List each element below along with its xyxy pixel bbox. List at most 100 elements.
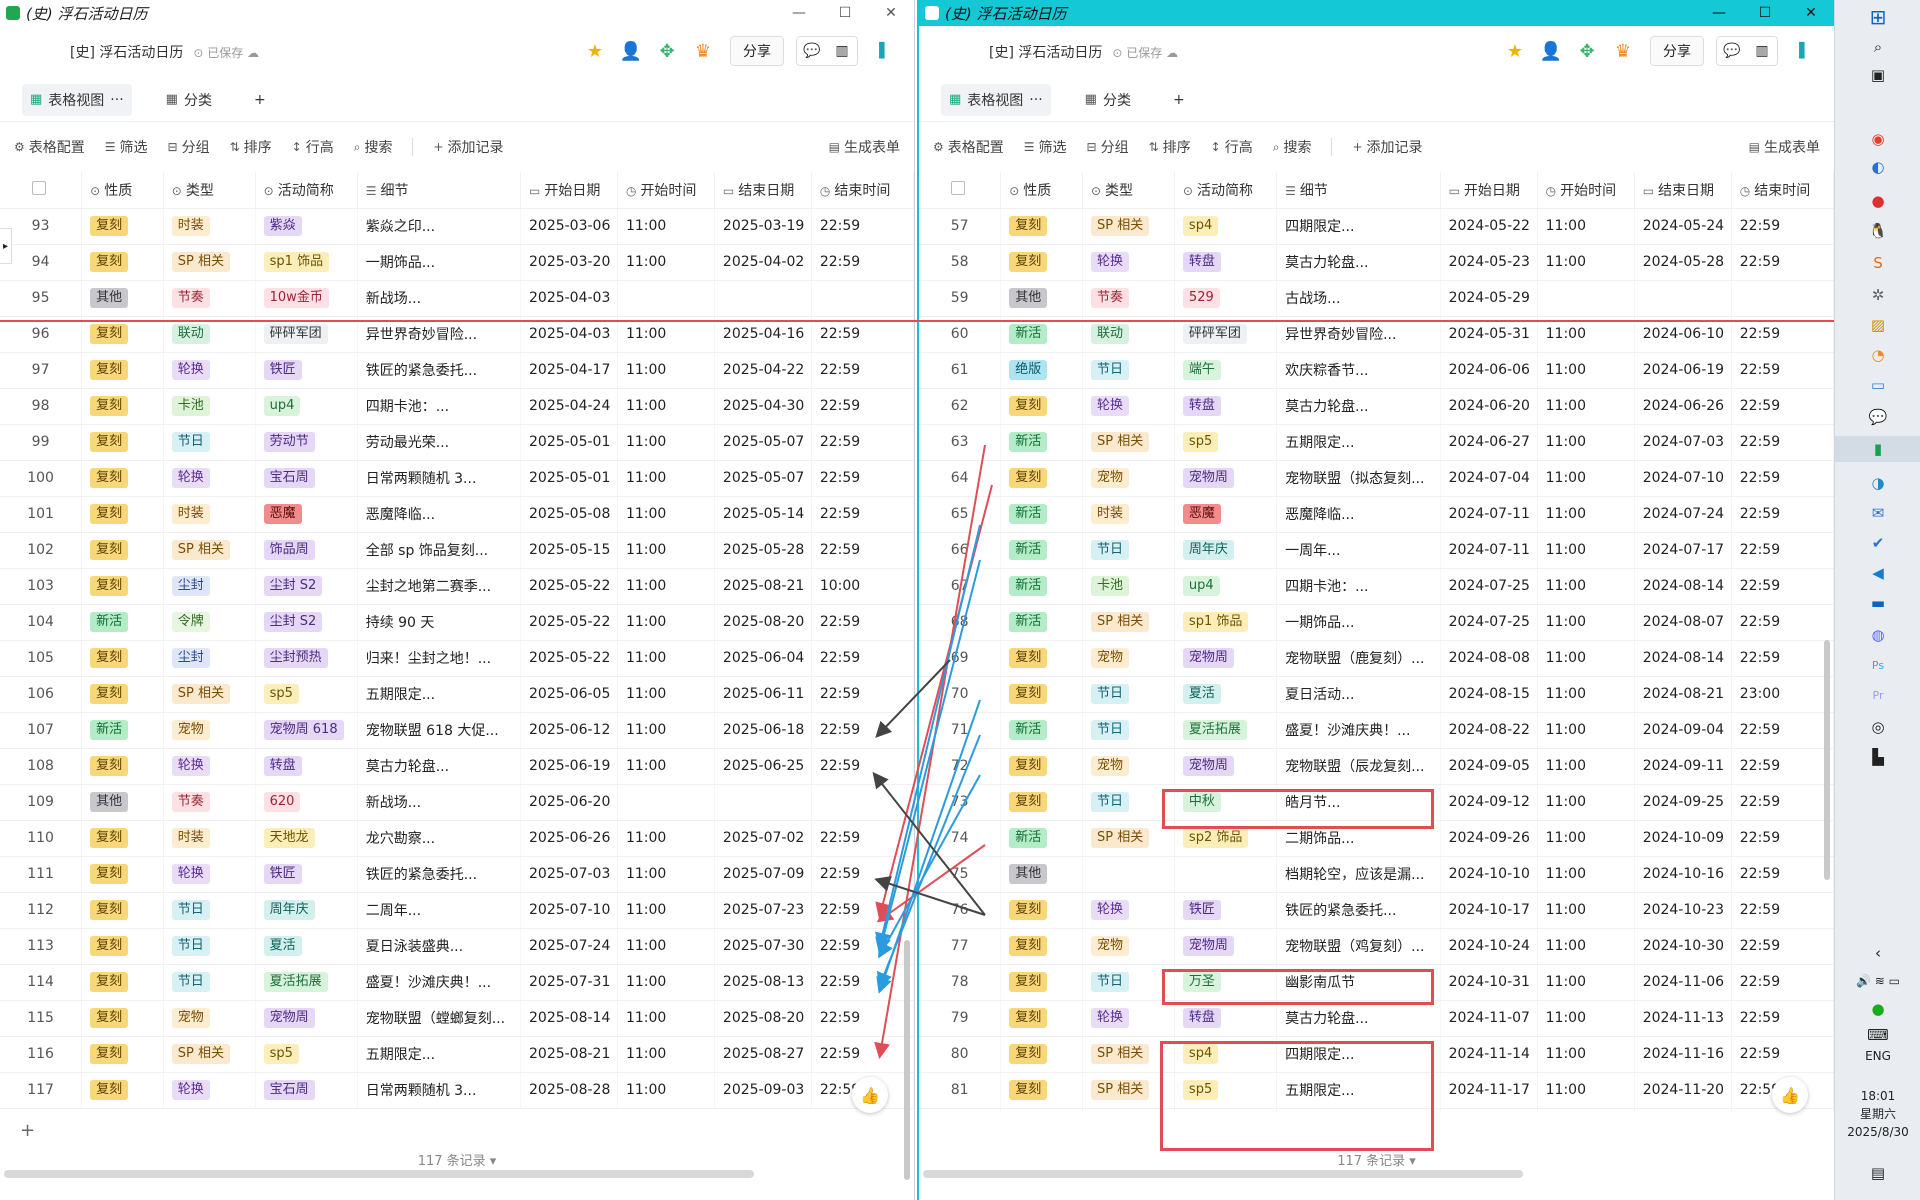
- table-row[interactable]: 62 复刻 轮换 转盘 莫古力轮盘... 2024-06-20 11:00 2024-06-2…: [919, 388, 1834, 425]
- abbr-cell[interactable]: sp1 饰品: [255, 244, 358, 281]
- detail-cell[interactable]: 归来！尘封之地！...: [357, 640, 522, 677]
- type-cell[interactable]: 宠物: [1082, 748, 1175, 785]
- end-date-cell[interactable]: 2024-09-04: [1634, 712, 1732, 749]
- start-time-cell[interactable]: 11:00: [617, 388, 715, 425]
- windows-start-icon[interactable]: ⊞: [1835, 4, 1920, 30]
- end-time-cell[interactable]: [1731, 280, 1834, 317]
- start-date-cell[interactable]: 2024-09-26: [1440, 820, 1538, 857]
- nature-cell[interactable]: 复刻: [1000, 748, 1083, 785]
- table-row[interactable]: 103 复刻 尘封 尘封 S2 尘封之地第二赛季... 2025-05-22 11:00 20…: [0, 568, 914, 605]
- chrome-icon[interactable]: ◉: [1835, 126, 1920, 152]
- type-cell[interactable]: [1082, 856, 1175, 893]
- type-cell[interactable]: 节日: [1082, 712, 1175, 749]
- search-icon[interactable]: ⌕: [1835, 34, 1920, 60]
- like-button[interactable]: 👍: [1772, 1077, 1808, 1113]
- row-number[interactable]: 69: [919, 640, 1002, 677]
- add-view-button[interactable]: +: [1165, 86, 1193, 114]
- detail-cell[interactable]: 二周年...: [357, 892, 522, 929]
- table-row[interactable]: 109 其他 节奏 620 新战场... 2025-06-20: [0, 784, 914, 821]
- todo-icon[interactable]: ✔: [1835, 530, 1920, 556]
- end-time-cell[interactable]: 22:59: [1731, 424, 1834, 461]
- end-time-cell[interactable]: [811, 784, 914, 821]
- star-icon[interactable]: ★: [1500, 36, 1530, 66]
- start-date-cell[interactable]: 2025-06-19: [520, 748, 618, 785]
- start-time-cell[interactable]: 11:00: [617, 820, 715, 857]
- nature-cell[interactable]: 其他: [1000, 280, 1083, 317]
- start-date-cell[interactable]: 2025-05-22: [520, 640, 618, 677]
- doc-title[interactable]: [史] 浮石活动日历: [989, 42, 1102, 62]
- add-record-button[interactable]: + 添加记录: [433, 137, 503, 157]
- type-cell[interactable]: 宠物: [163, 712, 256, 749]
- start-time-cell[interactable]: 11:00: [617, 244, 715, 281]
- end-time-cell[interactable]: 22:59: [1731, 352, 1834, 389]
- start-time-cell[interactable]: 11:00: [617, 1072, 715, 1109]
- comment-icon[interactable]: 💬: [1717, 37, 1747, 65]
- start-time-cell[interactable]: 11:00: [1537, 1072, 1635, 1109]
- row-number[interactable]: 71: [919, 712, 1002, 749]
- start-date-cell[interactable]: 2025-05-08: [520, 496, 618, 533]
- end-date-cell[interactable]: [1634, 280, 1732, 317]
- end-date-cell[interactable]: 2024-06-26: [1634, 388, 1732, 425]
- end-date-cell[interactable]: 2025-07-23: [714, 892, 812, 929]
- start-time-cell[interactable]: 11:00: [1537, 820, 1635, 857]
- nature-cell[interactable]: 新活: [1000, 820, 1083, 857]
- start-date-cell[interactable]: 2024-10-17: [1440, 892, 1538, 929]
- type-cell[interactable]: 时装: [1082, 496, 1175, 533]
- abbr-cell[interactable]: sp4: [1174, 208, 1278, 245]
- table-row[interactable]: 105 复刻 尘封 尘封预热 归来！尘封之地！... 2025-05-22 11:00 202…: [0, 640, 914, 677]
- column-header[interactable]: ⊙ 性质: [1000, 172, 1083, 209]
- start-time-cell[interactable]: 11:00: [1537, 604, 1635, 641]
- type-cell[interactable]: SP 相关: [163, 1036, 256, 1073]
- start-date-cell[interactable]: 2025-05-15: [520, 532, 618, 569]
- vertical-scrollbar[interactable]: [904, 940, 910, 1180]
- start-time-cell[interactable]: 11:00: [617, 568, 715, 605]
- type-cell[interactable]: SP 相关: [1082, 820, 1175, 857]
- minimize-icon[interactable]: —: [1696, 0, 1742, 26]
- type-cell[interactable]: 轮换: [163, 1072, 256, 1109]
- row-number[interactable]: 109: [0, 784, 83, 821]
- row-number[interactable]: 117: [0, 1072, 83, 1109]
- nature-cell[interactable]: 复刻: [81, 532, 164, 569]
- abbr-cell[interactable]: up4: [1174, 568, 1278, 605]
- type-cell[interactable]: 宠物: [1082, 928, 1175, 965]
- table-row[interactable]: 76 复刻 轮换 铁匠 铁匠的紧急委托... 2024-10-17 11:00 2024-10…: [919, 892, 1834, 929]
- table-row[interactable]: 114 复刻 节日 夏活拓展 盛夏！沙滩庆典！... 2025-07-31 11:00 202…: [0, 964, 914, 1001]
- start-date-cell[interactable]: 2025-08-14: [520, 1000, 618, 1037]
- table-row[interactable]: 95 其他 节奏 10w金币 新战场... 2025-04-03: [0, 280, 914, 317]
- end-date-cell[interactable]: 2025-08-27: [714, 1036, 812, 1073]
- nature-cell[interactable]: 复刻: [1000, 784, 1083, 821]
- crown-icon[interactable]: ♛: [1608, 36, 1638, 66]
- start-time-cell[interactable]: 11:00: [617, 460, 715, 497]
- start-time-cell[interactable]: 11:00: [1537, 1036, 1635, 1073]
- nature-cell[interactable]: 复刻: [81, 676, 164, 713]
- abbr-cell[interactable]: 转盘: [255, 748, 358, 785]
- end-time-cell[interactable]: 22:59: [811, 856, 914, 893]
- end-date-cell[interactable]: 2024-07-17: [1634, 532, 1732, 569]
- row-number[interactable]: 100: [0, 460, 83, 497]
- table-row[interactable]: 65 新活 时装 恶魔 恶魔降临... 2024-07-11 11:00 2024-07-24…: [919, 496, 1834, 533]
- end-date-cell[interactable]: 2024-08-14: [1634, 568, 1732, 605]
- netease-icon[interactable]: ●: [1835, 188, 1920, 214]
- end-time-cell[interactable]: 22:59: [1731, 1000, 1834, 1037]
- type-cell[interactable]: 节奏: [163, 280, 256, 317]
- end-date-cell[interactable]: 2024-11-16: [1634, 1036, 1732, 1073]
- detail-cell[interactable]: 新战场...: [357, 280, 522, 317]
- end-time-cell[interactable]: 22:59: [811, 748, 914, 785]
- nature-cell[interactable]: 复刻: [81, 640, 164, 677]
- doc-app-icon[interactable]: ▮: [1835, 436, 1920, 462]
- type-cell[interactable]: 轮换: [1082, 892, 1175, 929]
- type-cell[interactable]: 轮换: [163, 856, 256, 893]
- end-time-cell[interactable]: 22:59: [811, 820, 914, 857]
- abbr-cell[interactable]: up4: [255, 388, 358, 425]
- table-row[interactable]: 113 复刻 节日 夏活 夏日泳装盛典... 2025-07-24 11:00 2025-07…: [0, 928, 914, 965]
- type-cell[interactable]: 轮换: [1082, 388, 1175, 425]
- end-time-cell[interactable]: 22:59: [811, 460, 914, 497]
- row-number[interactable]: 65: [919, 496, 1002, 533]
- row-number[interactable]: 105: [0, 640, 83, 677]
- end-date-cell[interactable]: 2025-08-13: [714, 964, 812, 1001]
- start-date-cell[interactable]: 2025-03-20: [520, 244, 618, 281]
- end-time-cell[interactable]: 22:59: [811, 1000, 914, 1037]
- end-time-cell[interactable]: 22:59: [811, 1036, 914, 1073]
- start-time-cell[interactable]: 11:00: [1537, 352, 1635, 389]
- start-date-cell[interactable]: 2025-06-12: [520, 712, 618, 749]
